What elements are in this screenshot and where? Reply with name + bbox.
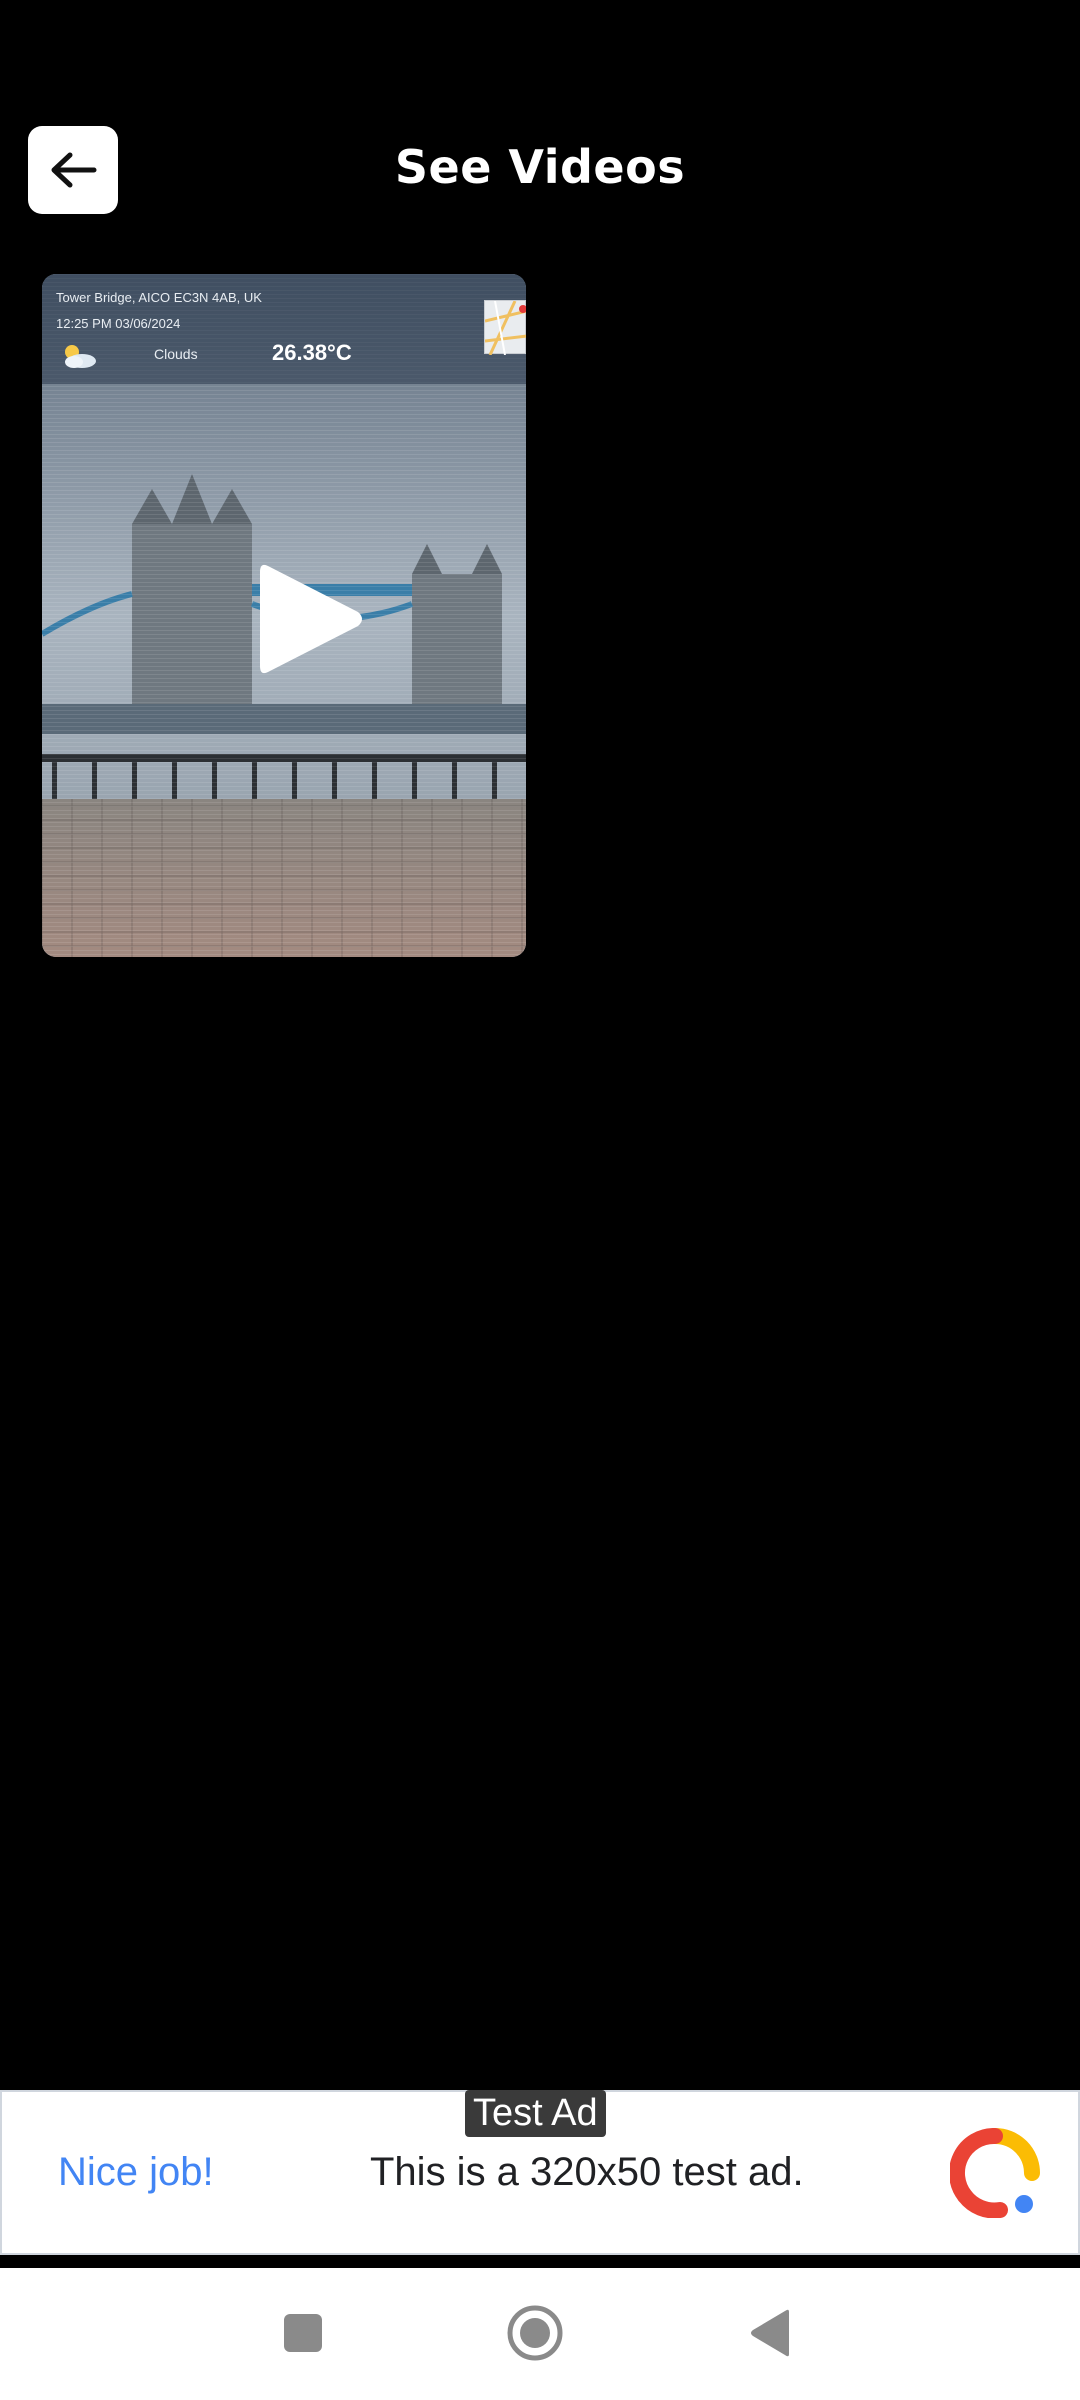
- circle-icon: [507, 2305, 563, 2361]
- temperature: 26.38°C: [272, 340, 352, 365]
- page-title: See Videos: [394, 140, 686, 194]
- capture-datetime: 12:25 PM 03/06/2024: [56, 316, 181, 331]
- screen: See Videos Tower Bridge, AICO EC3N 4AB, …: [0, 0, 1080, 2400]
- location-address: Tower Bridge, AICO EC3N 4AB, UK: [56, 290, 262, 305]
- mini-map-thumbnail: [484, 300, 526, 356]
- system-navigation-bar: [0, 2268, 1080, 2400]
- ad-cta-text[interactable]: Nice job!: [58, 2150, 214, 2195]
- weather-condition: Clouds: [154, 346, 198, 362]
- play-icon[interactable]: [230, 554, 370, 684]
- test-ad-label: Test Ad: [465, 2090, 606, 2137]
- recent-apps-button[interactable]: [268, 2298, 338, 2368]
- square-icon: [284, 2314, 322, 2352]
- system-back-button[interactable]: [735, 2298, 805, 2368]
- video-thumbnail-card[interactable]: Tower Bridge, AICO EC3N 4AB, UK 12:25 PM…: [42, 274, 526, 957]
- home-button[interactable]: [500, 2298, 570, 2368]
- ad-logo-icon: [950, 2128, 1040, 2218]
- triangle-back-icon: [751, 2309, 789, 2357]
- cloudy-sun-icon: [65, 345, 96, 368]
- ad-message: This is a 320x50 test ad.: [370, 2150, 804, 2194]
